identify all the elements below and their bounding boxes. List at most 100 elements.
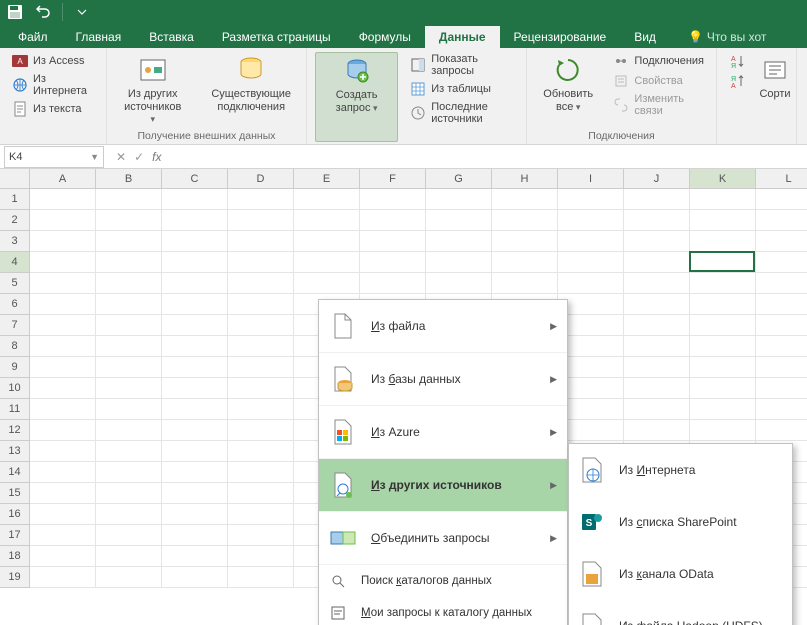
- column-headers[interactable]: ABCDEFGHIJKL: [30, 169, 807, 189]
- cell[interactable]: [96, 273, 162, 294]
- cell[interactable]: [96, 357, 162, 378]
- menu-combine-queries[interactable]: Объединить запросы: [319, 512, 567, 565]
- tab-review[interactable]: Рецензирование: [500, 26, 621, 48]
- column-header[interactable]: L: [756, 169, 807, 189]
- column-header[interactable]: H: [492, 169, 558, 189]
- menu-catalog-search[interactable]: Поиск каталогов данных: [319, 565, 567, 597]
- menu-from-database[interactable]: Из базы данных: [319, 353, 567, 406]
- cell[interactable]: [690, 315, 756, 336]
- column-header[interactable]: A: [30, 169, 96, 189]
- cell[interactable]: [30, 231, 96, 252]
- cell[interactable]: [360, 252, 426, 273]
- row-header[interactable]: 13: [0, 441, 30, 462]
- cell[interactable]: [756, 252, 807, 273]
- tab-layout[interactable]: Разметка страницы: [208, 26, 345, 48]
- cell[interactable]: [162, 336, 228, 357]
- cell[interactable]: [96, 420, 162, 441]
- from-access-button[interactable]: A Из Access: [8, 52, 98, 70]
- tab-formulas[interactable]: Формулы: [345, 26, 425, 48]
- cell[interactable]: [162, 567, 228, 588]
- cell[interactable]: [690, 336, 756, 357]
- row-header[interactable]: 9: [0, 357, 30, 378]
- row-header[interactable]: 17: [0, 525, 30, 546]
- cell[interactable]: [624, 273, 690, 294]
- column-header[interactable]: G: [426, 169, 492, 189]
- column-header[interactable]: C: [162, 169, 228, 189]
- cell[interactable]: [624, 189, 690, 210]
- cell[interactable]: [162, 399, 228, 420]
- cell[interactable]: [690, 378, 756, 399]
- cell[interactable]: [162, 378, 228, 399]
- tab-view[interactable]: Вид: [620, 26, 670, 48]
- cell[interactable]: [162, 315, 228, 336]
- other-sources-button[interactable]: Из других источников: [115, 52, 190, 128]
- cell[interactable]: [756, 399, 807, 420]
- cell[interactable]: [690, 420, 756, 441]
- cell[interactable]: [492, 189, 558, 210]
- cell[interactable]: [228, 315, 294, 336]
- save-icon[interactable]: [6, 3, 24, 21]
- row-header[interactable]: 3: [0, 231, 30, 252]
- cell[interactable]: [96, 462, 162, 483]
- undo-icon[interactable]: [34, 3, 52, 21]
- column-header[interactable]: F: [360, 169, 426, 189]
- cell[interactable]: [228, 273, 294, 294]
- column-header[interactable]: E: [294, 169, 360, 189]
- cell[interactable]: [756, 420, 807, 441]
- submenu-from-hadoop[interactable]: Из файла Hadoop (HDFS): [569, 600, 792, 625]
- cell[interactable]: [756, 378, 807, 399]
- cell[interactable]: [96, 294, 162, 315]
- cell[interactable]: [558, 252, 624, 273]
- cell[interactable]: [162, 483, 228, 504]
- cell[interactable]: [162, 357, 228, 378]
- cell[interactable]: [228, 441, 294, 462]
- cell[interactable]: [162, 231, 228, 252]
- sort-button[interactable]: Сорти: [753, 52, 797, 142]
- cell[interactable]: [228, 567, 294, 588]
- cell[interactable]: [690, 189, 756, 210]
- cell[interactable]: [162, 252, 228, 273]
- connections-button[interactable]: Подключения: [609, 52, 708, 70]
- cell[interactable]: [30, 357, 96, 378]
- new-query-button[interactable]: Создать запрос: [315, 52, 398, 142]
- cell[interactable]: [30, 441, 96, 462]
- cell[interactable]: [228, 252, 294, 273]
- cell[interactable]: [228, 546, 294, 567]
- cell[interactable]: [558, 189, 624, 210]
- from-web-button[interactable]: Из Интернета: [8, 72, 98, 98]
- cell[interactable]: [690, 294, 756, 315]
- select-all-corner[interactable]: [0, 169, 30, 189]
- cell[interactable]: [30, 504, 96, 525]
- cell[interactable]: [492, 252, 558, 273]
- cell[interactable]: [30, 546, 96, 567]
- cell[interactable]: [360, 231, 426, 252]
- edit-links-button[interactable]: Изменить связи: [609, 92, 708, 118]
- enter-icon[interactable]: ✓: [134, 150, 144, 164]
- from-text-button[interactable]: Из текста: [8, 100, 98, 118]
- cell[interactable]: [228, 483, 294, 504]
- cell[interactable]: [756, 231, 807, 252]
- sort-desc-button[interactable]: ЯА: [725, 72, 749, 90]
- cell[interactable]: [96, 231, 162, 252]
- cell[interactable]: [96, 315, 162, 336]
- cell[interactable]: [228, 357, 294, 378]
- cell[interactable]: [624, 399, 690, 420]
- cell[interactable]: [30, 336, 96, 357]
- cell[interactable]: [690, 210, 756, 231]
- cell[interactable]: [96, 546, 162, 567]
- cell[interactable]: [756, 357, 807, 378]
- row-header[interactable]: 4: [0, 252, 30, 273]
- cell[interactable]: [30, 399, 96, 420]
- cell[interactable]: [228, 294, 294, 315]
- cell[interactable]: [756, 273, 807, 294]
- qat-customize-icon[interactable]: [73, 3, 91, 21]
- submenu-from-odata[interactable]: Из канала OData: [569, 548, 792, 600]
- cell[interactable]: [294, 231, 360, 252]
- row-header[interactable]: 18: [0, 546, 30, 567]
- cell[interactable]: [228, 462, 294, 483]
- cell[interactable]: [30, 315, 96, 336]
- cell[interactable]: [96, 399, 162, 420]
- existing-connections-button[interactable]: Существующие подключения: [204, 52, 298, 128]
- cell[interactable]: [624, 336, 690, 357]
- show-queries-button[interactable]: Показать запросы: [406, 52, 518, 78]
